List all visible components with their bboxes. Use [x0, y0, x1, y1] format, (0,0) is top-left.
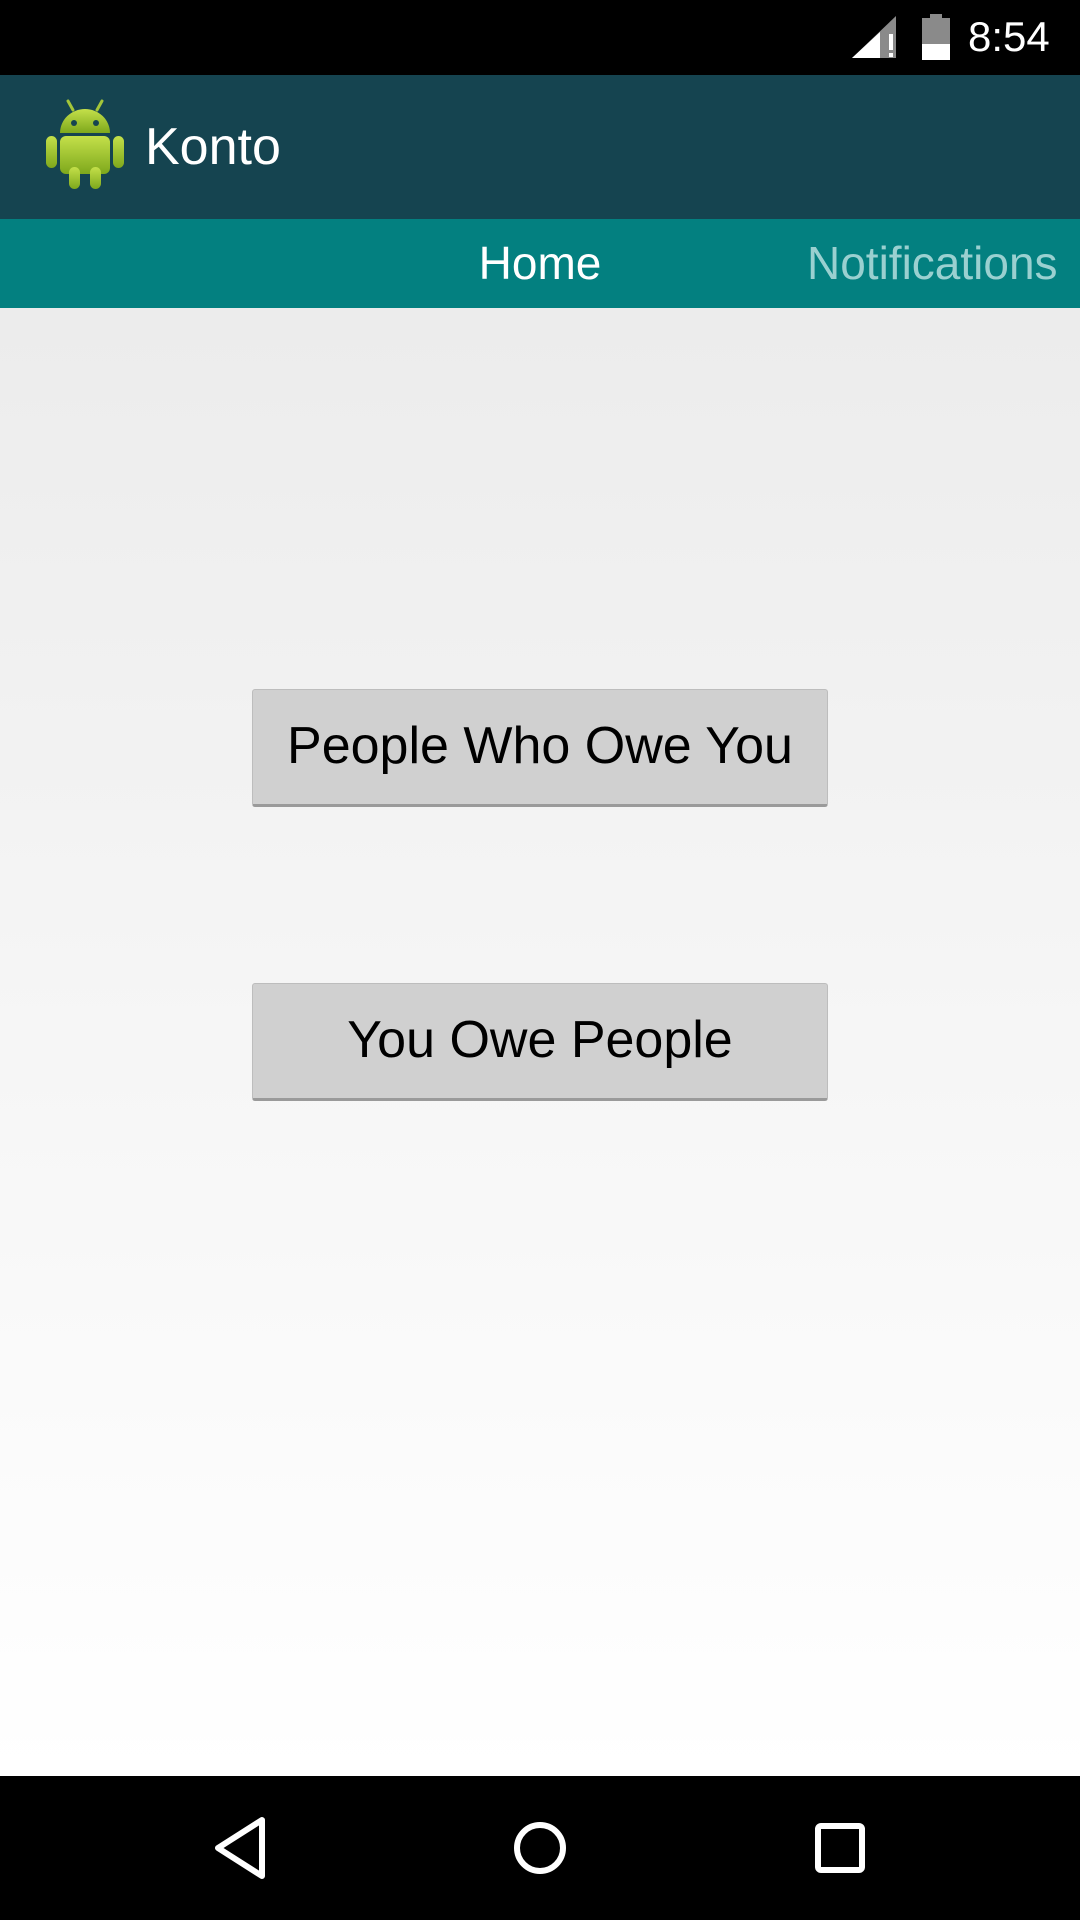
home-icon[interactable] — [500, 1808, 580, 1888]
tab-notifications[interactable]: Notifications — [807, 219, 1058, 308]
action-bar: Konto — [0, 75, 1080, 219]
people-who-owe-you-button[interactable]: People Who Owe You — [252, 689, 828, 807]
tab-strip: Home Notifications — [0, 219, 1080, 308]
you-owe-people-button[interactable]: You Owe People — [252, 983, 828, 1101]
navigation-bar — [0, 1776, 1080, 1920]
tab-home[interactable]: Home — [470, 219, 610, 308]
recents-icon[interactable] — [800, 1808, 880, 1888]
back-icon[interactable] — [200, 1808, 280, 1888]
main-content: People Who Owe You You Owe People — [0, 308, 1080, 1776]
battery-icon — [922, 14, 950, 60]
status-time: 8:54 — [968, 13, 1050, 60]
android-robot-icon — [46, 99, 124, 189]
status-bar: 8:54 — [0, 0, 1080, 75]
app-title: Konto — [145, 118, 281, 176]
signal-icon — [852, 16, 896, 58]
